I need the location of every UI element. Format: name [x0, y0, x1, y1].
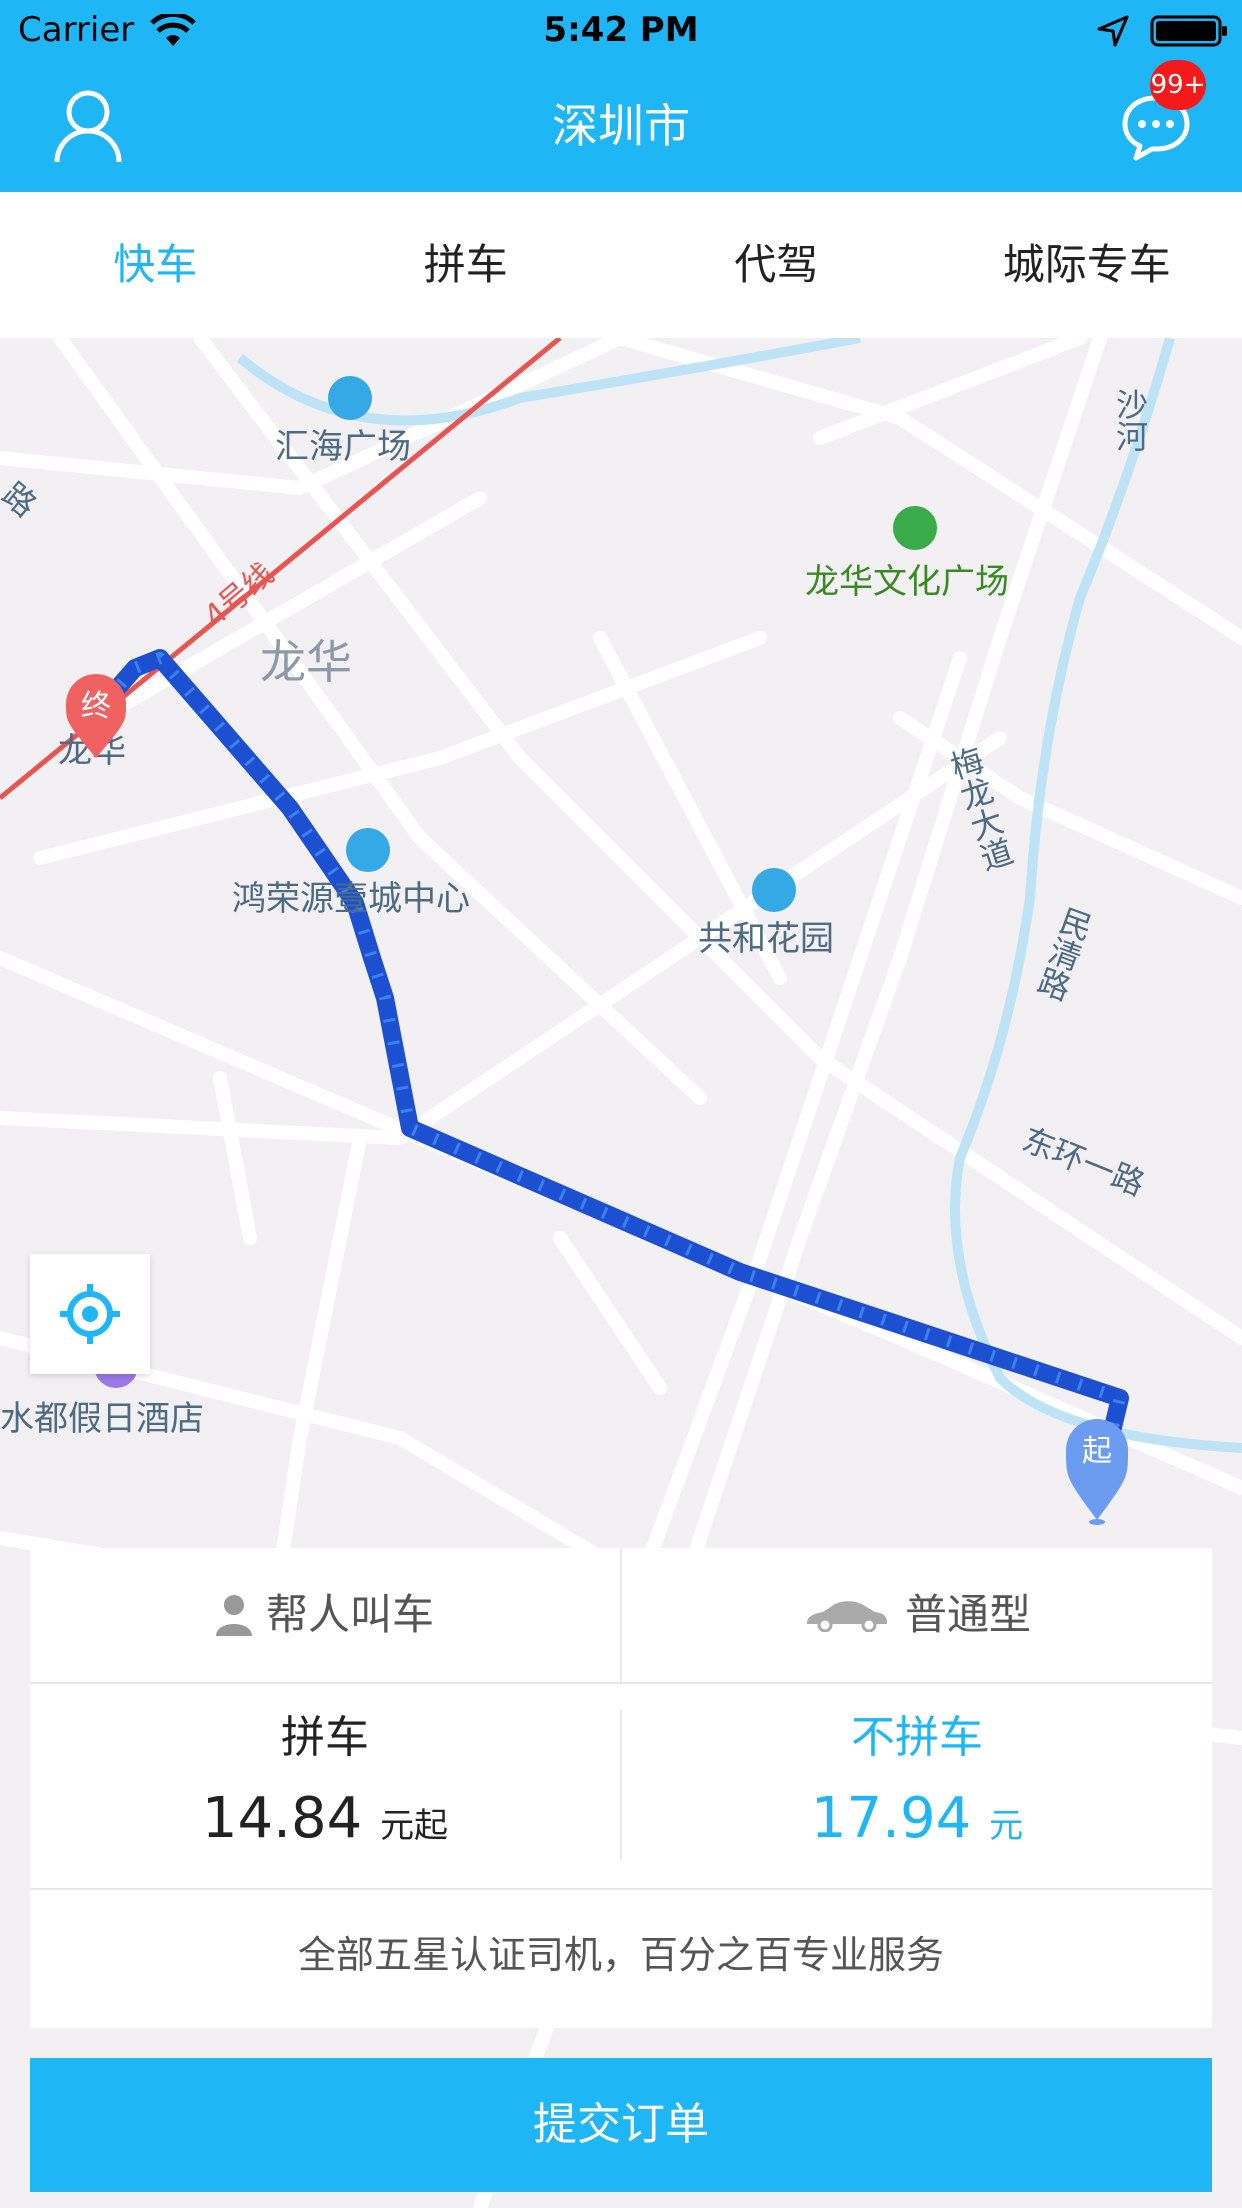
- service-tagline: 全部五星认证司机，百分之百专业服务: [297, 1933, 944, 1977]
- car-type-label: 普通型: [904, 1590, 1031, 1639]
- poi-label: 共和花园: [698, 919, 834, 959]
- location-arrow-icon: [1097, 15, 1129, 47]
- status-bar: Carrier 5:42 PM: [0, 0, 1242, 60]
- service-tabs: 快车 拼车 代驾 城际专车: [0, 192, 1242, 338]
- help-call-label: 帮人叫车: [265, 1590, 434, 1639]
- poi-park-icon: [893, 506, 937, 550]
- poi-label: 汇海广场: [275, 427, 411, 467]
- carpool-price-value: 14.84: [201, 1786, 363, 1851]
- no-carpool-name: 不拼车: [851, 1712, 983, 1763]
- no-carpool-price-unit: 元: [989, 1806, 1024, 1846]
- no-carpool-price-value: 17.94: [810, 1786, 972, 1851]
- area-label: 龙华: [260, 635, 352, 689]
- message-badge: 99+: [1150, 60, 1206, 110]
- carpool-price-unit: 元起: [380, 1806, 449, 1846]
- no-carpool-price: 17.94 元: [622, 1784, 1212, 1861]
- river-label: 沙河: [1111, 388, 1149, 452]
- start-marker-label: 起: [1082, 1434, 1112, 1469]
- poi-building-icon: [346, 828, 390, 872]
- option-carpool[interactable]: 拼车 14.84 元起: [30, 1708, 620, 1878]
- car-type-button[interactable]: 普通型: [622, 1548, 1212, 1682]
- clock: 5:42 PM: [543, 10, 699, 50]
- carpool-name: 拼车: [281, 1712, 369, 1763]
- divider: [30, 1682, 1212, 1684]
- poi-building-icon: [328, 376, 372, 420]
- tab-carpool[interactable]: 拼车: [311, 192, 622, 338]
- battery-icon: [1150, 15, 1227, 47]
- order-card: 帮人叫车 普通型 拼车 14.84 元起 不拼车 17.94 元 全部五星认证司…: [30, 1548, 1212, 2028]
- person-icon: [215, 1595, 252, 1636]
- option-no-carpool[interactable]: 不拼车 17.94 元: [622, 1708, 1212, 1878]
- submit-order-button[interactable]: 提交订单: [30, 2058, 1212, 2192]
- tab-express[interactable]: 快车: [0, 192, 311, 338]
- tab-intercity[interactable]: 城际专车: [932, 192, 1242, 338]
- help-call-button[interactable]: 帮人叫车: [30, 1548, 620, 1682]
- poi-building-icon: [752, 868, 796, 912]
- city-title[interactable]: 深圳市: [0, 98, 1242, 154]
- crosshair-icon: [60, 1284, 120, 1344]
- poi-label: 龙华文化广场: [805, 562, 1009, 602]
- end-marker-label: 终: [81, 689, 111, 724]
- poi-label: 水都假日酒店: [0, 1399, 204, 1439]
- locate-button[interactable]: [30, 1254, 150, 1374]
- poi-label: 鸿荣源壹城中心: [232, 879, 470, 919]
- carpool-price: 14.84 元起: [30, 1784, 620, 1861]
- tab-designated-driver[interactable]: 代驾: [621, 192, 932, 338]
- car-icon: [806, 1601, 887, 1632]
